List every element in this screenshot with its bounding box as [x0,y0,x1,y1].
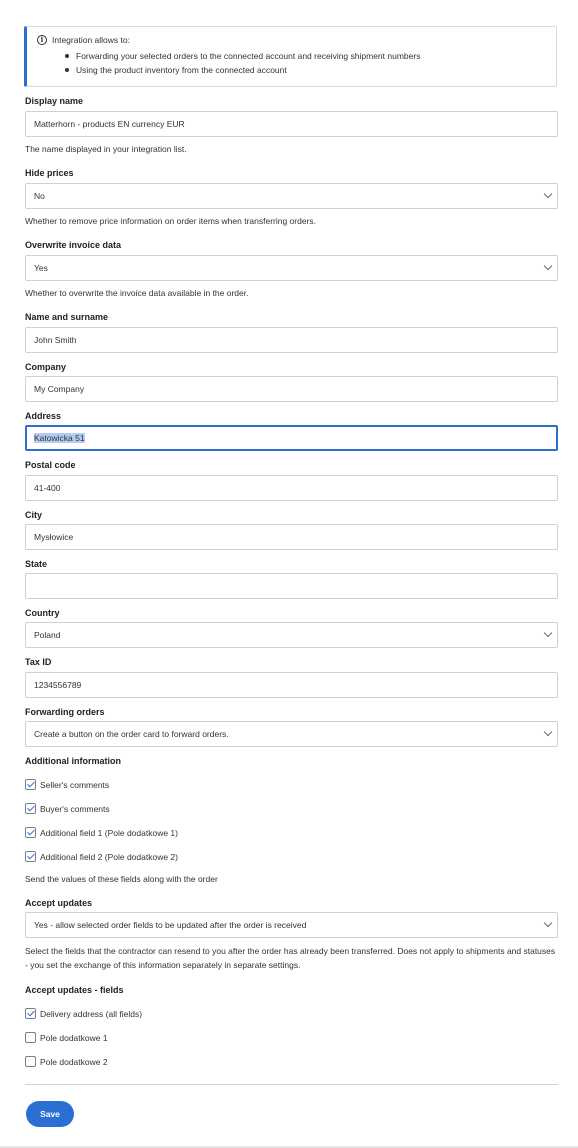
checkbox-label: Pole dodatkowe 2 [40,1056,108,1067]
checkbox-buyers-comments[interactable]: Buyer's comments [25,803,110,814]
tax-id-value: 1234556789 [34,680,82,690]
hide-prices-help: Whether to remove price information on o… [25,216,317,226]
hide-prices-value: No [34,191,45,201]
postal-code-label: Postal code [25,460,76,470]
address-value: Katowicka 51 [34,433,85,443]
checkbox-delivery-address[interactable]: Delivery address (all fields) [25,1008,142,1019]
accept-updates-help: Select the fields that the contractor ca… [25,946,556,970]
check-icon[interactable] [25,827,36,838]
display-name-label: Display name [25,96,84,106]
forwarding-orders-select[interactable]: Create a button on the order card to for… [25,721,558,747]
tax-id-label: Tax ID [25,657,52,667]
check-icon[interactable] [25,1008,36,1019]
checkbox-label: Delivery address (all fields) [40,1008,143,1019]
name-surname-input[interactable]: John Smith [25,327,558,353]
chevron-down-icon [543,628,553,638]
hide-prices-label: Hide prices [25,168,74,178]
city-label: City [25,510,43,520]
company-input[interactable]: My Company [25,376,558,402]
address-input[interactable]: Katowicka 51 [25,425,558,451]
info-list-item: Forwarding your selected orders to the c… [64,51,421,61]
address-label: Address [25,411,62,421]
checkbox-label: Additional field 1 (Pole dodatkowe 1) [40,827,178,838]
checkbox-box[interactable] [25,1032,36,1043]
name-surname-label: Name and surname [25,312,109,322]
info-circle-icon: i [37,35,47,45]
checkbox-additional-field-1[interactable]: Additional field 1 (Pole dodatkowe 1) [25,827,178,838]
postal-code-value: 41-400 [34,483,61,493]
integration-info-box: i Integration allows to: Forwarding your… [24,26,557,87]
state-input[interactable] [25,573,558,599]
accept-updates-select[interactable]: Yes - allow selected order fields to be … [25,912,558,938]
company-value: My Company [34,384,85,394]
chevron-down-icon [543,727,553,737]
accept-updates-label: Accept updates [25,898,93,908]
checkbox-label: Pole dodatkowe 1 [40,1032,108,1043]
additional-info-label: Additional information [25,756,121,766]
checkbox-pole-dodatkowe-2[interactable]: Pole dodatkowe 2 [25,1056,108,1067]
save-button[interactable]: Save [26,1101,74,1127]
tax-id-input[interactable]: 1234556789 [25,672,558,698]
info-list-item: Using the product inventory from the con… [64,63,420,77]
chevron-down-icon [543,918,553,928]
city-input[interactable]: Mysłowice [25,524,558,550]
chevron-down-icon [543,189,553,199]
forwarding-orders-value: Create a button on the order card to for… [34,729,229,739]
postal-code-input[interactable]: 41-400 [25,475,558,501]
accept-updates-fields-label: Accept updates - fields [25,985,124,995]
chevron-down-icon [543,261,553,271]
country-label: Country [25,608,60,618]
overwrite-invoice-value: Yes [34,263,48,273]
overwrite-invoice-help: Whether to overwrite the invoice data av… [25,288,249,298]
display-name-value: Matterhorn - products EN currency EUR [34,119,185,129]
check-icon[interactable] [25,851,36,862]
info-heading-text: Integration allows to: [52,35,130,45]
checkbox-label: Seller's comments [40,779,110,790]
country-value: Poland [34,630,61,640]
info-list: Forwarding your selected orders to the c… [64,49,421,77]
name-surname-value: John Smith [34,335,77,345]
company-label: Company [25,362,67,372]
overwrite-invoice-label: Overwrite invoice data [25,240,122,250]
state-label: State [25,559,48,569]
check-icon[interactable] [25,803,36,814]
country-select[interactable]: Poland [25,622,558,648]
overwrite-invoice-select[interactable]: Yes [25,255,558,281]
additional-info-help: Send the values of these fields along wi… [25,874,218,884]
checkbox-label: Additional field 2 (Pole dodatkowe 2) [40,851,178,862]
city-value: Mysłowice [34,532,74,542]
checkbox-pole-dodatkowe-1[interactable]: Pole dodatkowe 1 [25,1032,108,1043]
divider [25,1084,558,1085]
display-name-help: The name displayed in your integration l… [25,144,187,154]
display-name-input[interactable]: Matterhorn - products EN currency EUR [25,111,558,137]
check-icon[interactable] [25,779,36,790]
accept-updates-value: Yes - allow selected order fields to be … [34,920,307,930]
checkbox-box[interactable] [25,1056,36,1067]
checkbox-additional-field-2[interactable]: Additional field 2 (Pole dodatkowe 2) [25,851,178,862]
info-heading: i Integration allows to: [37,35,130,45]
checkbox-label: Buyer's comments [40,803,110,814]
forwarding-orders-label: Forwarding orders [25,707,105,717]
hide-prices-select[interactable]: No [25,183,558,209]
checkbox-sellers-comments[interactable]: Seller's comments [25,779,109,790]
